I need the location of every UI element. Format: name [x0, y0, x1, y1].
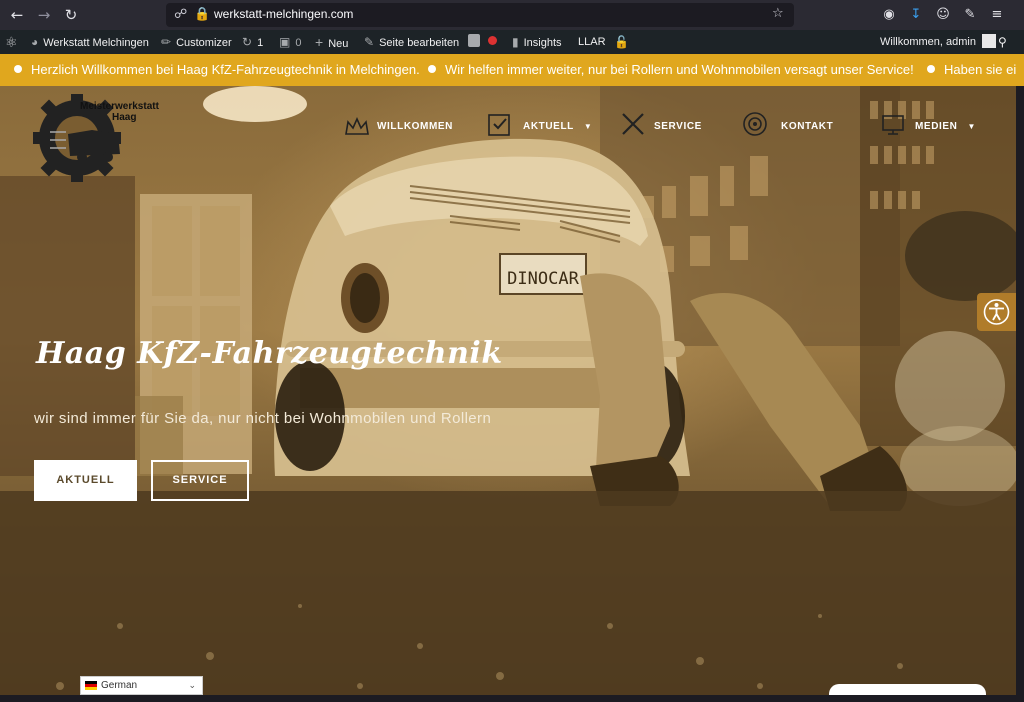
chevron-down-icon: ▼ — [967, 122, 977, 131]
aktuell-button[interactable]: AKTUELL — [34, 460, 137, 501]
logo-text[interactable]: Meisterwerkstatt Haag — [80, 101, 159, 123]
wordpress-logo-icon[interactable]: ⚛ — [5, 30, 18, 54]
comments-count: 0 — [295, 37, 302, 49]
crown-icon — [345, 117, 369, 135]
shield-icon[interactable]: ☍ — [174, 7, 187, 22]
accessibility-button[interactable] — [977, 293, 1016, 331]
site-name-label: Werkstatt Melchingen — [43, 37, 149, 49]
admin-account[interactable]: Willkommen, admin — [880, 30, 996, 54]
customizer-label: Customizer — [176, 37, 232, 49]
ticker-item[interactable]: Haben sie ei — [927, 54, 1016, 86]
admin-comments[interactable]: ▣ 0 — [279, 30, 301, 54]
ticker-text: Wir helfen immer weiter, nur bei Rollern… — [445, 62, 914, 77]
window-edge — [0, 695, 1024, 702]
hero-title: Haag KfZ-Fahrzeugtechnik — [36, 336, 503, 371]
chevron-down-icon: ▼ — [583, 122, 593, 131]
service-button[interactable]: SERVICE — [151, 460, 249, 501]
menu-item-medien[interactable]: MEDIEN ▼ — [915, 114, 976, 140]
admin-new[interactable]: + Neu — [315, 30, 348, 54]
ticker-text: Herzlich Willkommen bei Haag KfZ-Fahrzeu… — [31, 62, 420, 77]
brush-icon: ✏ — [161, 35, 172, 49]
bookmark-star-icon[interactable]: ☆ — [772, 6, 784, 21]
target-icon — [743, 112, 767, 136]
padlock-icon[interactable]: 🔓 — [614, 30, 629, 54]
comment-icon: ▣ — [279, 35, 291, 49]
bullet-icon — [14, 65, 22, 73]
lock-icon[interactable]: 🔒 — [194, 7, 210, 22]
admin-site-name[interactable]: ◕ Werkstatt Melchingen — [31, 30, 149, 54]
reload-icon[interactable]: ↻ — [61, 5, 81, 25]
menu-label: SERVICE — [654, 121, 702, 132]
menu-item-aktuell[interactable]: AKTUELL ▼ — [523, 114, 592, 140]
yoast-seo-icon[interactable] — [468, 30, 480, 54]
back-arrow-icon[interactable]: ← — [7, 5, 27, 25]
hero-section: DINOCAR Meisterwerkstatt Haag WILLKOMMEN… — [0, 86, 1016, 695]
news-ticker: Herzlich Willkommen bei Haag KfZ-Fahrzeu… — [0, 54, 1024, 86]
admin-search-icon[interactable]: ⚲ — [998, 30, 1007, 54]
hero-subtitle: wir sind immer für Sie da, nur nicht bei… — [34, 410, 492, 427]
german-flag-icon — [85, 681, 97, 690]
monitor-icon — [882, 115, 904, 135]
wrench-screwdriver-icon — [622, 113, 644, 135]
admin-llar[interactable]: LLAR — [578, 30, 606, 54]
extensions-icon[interactable]: ✎ — [960, 5, 980, 25]
logo-line-2: Haag — [112, 112, 137, 123]
menu-label: AKTUELL — [523, 121, 574, 132]
plus-icon: + — [315, 34, 324, 50]
menu-item-willkommen[interactable]: WILLKOMMEN — [377, 114, 453, 140]
chevron-down-icon: ⌄ — [188, 680, 196, 690]
avatar — [981, 34, 996, 48]
ticker-item[interactable]: Herzlich Willkommen bei Haag KfZ-Fahrzeu… — [14, 54, 420, 86]
accessibility-icon — [983, 299, 1010, 325]
admin-updates[interactable]: ↻ 1 — [242, 30, 263, 54]
address-bar[interactable]: ☍ 🔒 werkstatt-melchingen.com ☆ — [166, 3, 794, 27]
url-text[interactable]: werkstatt-melchingen.com — [214, 7, 353, 21]
hero-background-image: DINOCAR — [0, 86, 1016, 695]
chat-widget[interactable] — [829, 684, 986, 695]
window-edge — [1016, 86, 1024, 702]
updates-count: 1 — [257, 37, 264, 49]
menu-item-service[interactable]: SERVICE — [654, 114, 702, 140]
browser-toolbar: ← → ↻ ☍ 🔒 werkstatt-melchingen.com ☆ ◉ ↧… — [0, 0, 1024, 30]
menu-label: WILLKOMMEN — [377, 121, 453, 132]
pocket-icon[interactable]: ◉ — [879, 5, 899, 25]
license-plate-text: DINOCAR — [507, 269, 579, 289]
bullet-icon — [428, 65, 436, 73]
language-select[interactable]: German ⌄ — [80, 676, 203, 695]
logo-line-1: Meisterwerkstatt — [80, 101, 159, 112]
bullet-icon — [927, 65, 935, 73]
llar-label: LLAR — [578, 36, 606, 48]
menu-label: MEDIEN — [915, 121, 958, 132]
bar-chart-icon: ▮ — [512, 35, 519, 49]
seo-status-dot-icon — [488, 30, 497, 54]
ticker-item[interactable]: Wir helfen immer weiter, nur bei Rollern… — [428, 54, 914, 86]
new-label: Neu — [328, 38, 349, 50]
dashboard-icon: ◕ — [31, 35, 39, 49]
menu-label: KONTAKT — [781, 121, 834, 132]
clipboard-check-icon — [488, 114, 510, 136]
updates-icon: ↻ — [242, 35, 253, 49]
insights-label: Insights — [523, 37, 562, 49]
ticker-text: Haben sie ei — [944, 62, 1017, 77]
edit-page-label: Seite bearbeiten — [379, 37, 460, 49]
admin-edit-page[interactable]: ✎ Seite bearbeiten — [364, 30, 459, 54]
admin-customizer[interactable]: ✏ Customizer — [161, 30, 232, 54]
greeting-label: Willkommen, admin — [880, 36, 976, 48]
forward-arrow-icon[interactable]: → — [34, 5, 54, 25]
download-icon[interactable]: ↧ — [906, 5, 926, 25]
wp-admin-bar: ⚛ ◕ Werkstatt Melchingen ✏ Customizer ↻ 1 ▣… — [0, 30, 1024, 54]
menu-hamburger-icon[interactable]: ≡ — [987, 5, 1007, 25]
admin-insights[interactable]: ▮ Insights — [512, 30, 562, 54]
pencil-icon: ✎ — [364, 35, 375, 49]
language-label: German — [101, 680, 138, 691]
account-icon[interactable]: ☺ — [933, 5, 953, 25]
menu-item-kontakt[interactable]: KONTAKT — [781, 114, 833, 140]
